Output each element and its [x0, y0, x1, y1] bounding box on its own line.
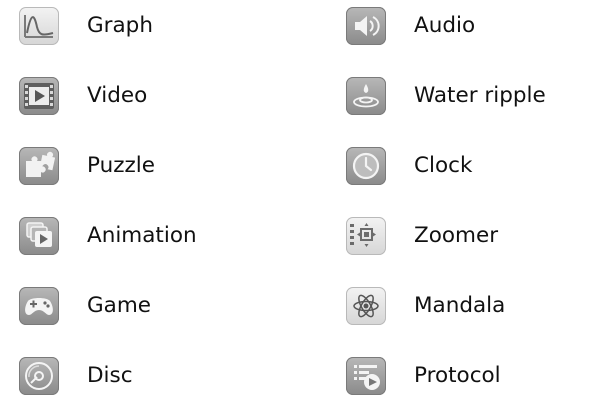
graph-icon [19, 7, 59, 45]
animation-icon [19, 217, 59, 255]
item-label: Clock [414, 153, 473, 178]
item-label: Video [87, 83, 148, 108]
item-label: Protocol [414, 363, 501, 388]
clock-icon [346, 147, 386, 185]
video-icon [19, 77, 59, 115]
puzzle-icon [19, 147, 59, 185]
zoomer-icon [346, 217, 386, 255]
water-ripple-icon [346, 77, 386, 115]
item-label: Mandala [414, 293, 506, 318]
item-label: Animation [87, 223, 197, 248]
disc-icon [19, 357, 59, 395]
item-label: Audio [414, 13, 476, 38]
item-label: Game [87, 293, 152, 318]
game-icon [19, 287, 59, 325]
audio-icon [346, 7, 386, 45]
item-label: Graph [87, 13, 153, 38]
mandala-icon [346, 287, 386, 325]
protocol-icon [346, 357, 386, 395]
item-label: Disc [87, 363, 133, 388]
item-label: Water ripple [414, 83, 546, 108]
item-label: Puzzle [87, 153, 155, 178]
item-label: Zoomer [414, 223, 499, 248]
